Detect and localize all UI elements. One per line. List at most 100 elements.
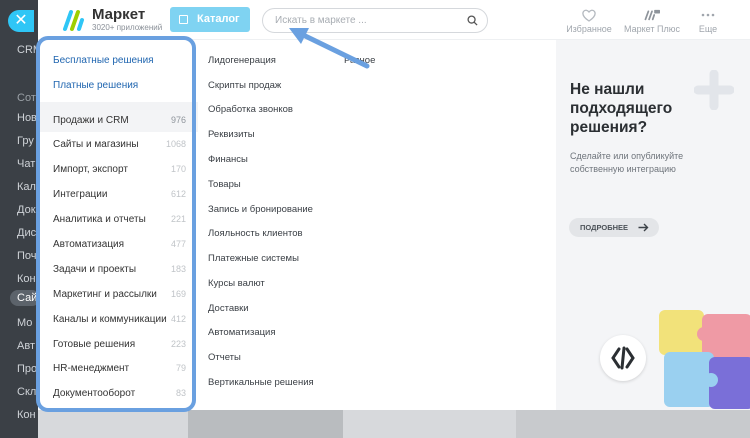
- category-count: 477: [170, 239, 186, 249]
- subcategory-link[interactable]: Разное: [344, 55, 375, 66]
- subcategory-link[interactable]: Финансы: [208, 154, 248, 165]
- promo-title: Не нашли подходящего решения?: [570, 81, 673, 136]
- bg-menu-item[interactable]: Док: [17, 204, 38, 216]
- subcategory-link[interactable]: Скрипты продаж: [208, 80, 281, 91]
- bg-menu-item[interactable]: Скл: [17, 386, 38, 398]
- category-item[interactable]: Импорт, экспорт 170: [38, 159, 198, 181]
- background-app-sidebar: ✕ CRM Сот Нов Гру Чат Кал Док Дис Поч Ко…: [0, 0, 40, 438]
- category-label: HR-менеджмент: [53, 363, 130, 374]
- category-count: 412: [170, 314, 186, 324]
- category-count: 83: [175, 388, 186, 398]
- subcategory-link[interactable]: Отчеты: [208, 352, 241, 363]
- bg-menu-item[interactable]: Кал: [17, 181, 38, 193]
- search-input[interactable]: [275, 12, 455, 29]
- integration-logo-badge: [600, 335, 646, 381]
- category-label: Маркетинг и рассылки: [53, 289, 157, 300]
- category-label: Готовые решения: [53, 339, 136, 350]
- search-icon[interactable]: [467, 15, 478, 26]
- bg-menu-item[interactable]: Про: [17, 363, 38, 375]
- category-label: Импорт, экспорт: [53, 164, 128, 175]
- subcategory-link[interactable]: Лояльность клиентов: [208, 228, 303, 239]
- category-item[interactable]: Аналитика и отчеты 221: [38, 209, 198, 231]
- paid-solutions-link[interactable]: Платные решения: [53, 80, 138, 91]
- promo-banner: Не нашли подходящего решения? Сделайте и…: [556, 40, 750, 410]
- promo-description: Сделайте или опубликуйте собственную инт…: [570, 151, 684, 174]
- close-icon[interactable]: ✕: [8, 10, 34, 32]
- promo-more-button[interactable]: ПОДРОБНЕЕ: [569, 218, 659, 237]
- code-brackets-icon: [611, 346, 635, 370]
- background-block: [516, 410, 750, 438]
- bg-menu-item[interactable]: Чат: [17, 158, 38, 170]
- market-plus-icon: [644, 9, 660, 21]
- category-item[interactable]: Документооборот 83: [38, 383, 198, 405]
- bg-menu-item[interactable]: Поч: [17, 250, 38, 262]
- background-block: [188, 410, 343, 438]
- logo-subtitle: 3020+ приложений: [92, 23, 163, 32]
- subcategory-link[interactable]: Доставки: [208, 303, 249, 314]
- bg-menu-item[interactable]: Сай: [17, 292, 38, 304]
- bg-menu-item[interactable]: Гру: [17, 135, 38, 147]
- subcategory-link[interactable]: Платежные системы: [208, 253, 299, 264]
- category-count: 223: [170, 339, 186, 349]
- market-logo-icon[interactable]: [62, 8, 86, 32]
- category-label: Каналы и коммуникации: [53, 314, 167, 325]
- heart-icon: [582, 9, 596, 22]
- bg-menu-item[interactable]: Мо: [17, 317, 38, 329]
- market-plus-button[interactable]: Маркет Плюс: [622, 8, 682, 34]
- subcategory-link[interactable]: Вертикальные решения: [208, 377, 314, 388]
- more-button[interactable]: Еще: [690, 8, 726, 34]
- catalog-button[interactable]: Каталог: [170, 7, 250, 32]
- logo-title[interactable]: Маркет: [92, 6, 145, 23]
- category-count: 221: [170, 214, 186, 224]
- category-item[interactable]: Маркетинг и рассылки 169: [38, 284, 198, 306]
- catalog-button-label: Каталог: [197, 13, 240, 25]
- book-icon: [179, 15, 188, 24]
- category-item[interactable]: Сайты и магазины 1068: [38, 134, 198, 156]
- subcategory-link[interactable]: Автоматизация: [208, 327, 276, 338]
- category-sidebar: Бесплатные решения Платные решения Прода…: [38, 40, 198, 410]
- search-box[interactable]: [262, 8, 488, 33]
- category-item[interactable]: Автоматизация 477: [38, 234, 198, 256]
- subcategory-link[interactable]: Товары: [208, 179, 241, 190]
- bg-menu-item[interactable]: Кон: [17, 409, 38, 421]
- favorites-label: Избранное: [566, 24, 612, 34]
- free-solutions-link[interactable]: Бесплатные решения: [53, 55, 154, 66]
- category-count: 79: [175, 363, 186, 373]
- subcategory-link[interactable]: Курсы валют: [208, 278, 265, 289]
- category-label: Продажи и CRM: [53, 115, 129, 126]
- category-count: 169: [170, 289, 186, 299]
- category-item[interactable]: Задачи и проекты 183: [38, 259, 198, 281]
- arrow-right-icon: [638, 223, 649, 232]
- subcategory-link[interactable]: Обработка звонков: [208, 104, 293, 115]
- bg-menu-item[interactable]: Нов: [17, 112, 38, 124]
- category-item[interactable]: Готовые решения 223: [38, 334, 198, 356]
- category-label: Интеграции: [53, 189, 108, 200]
- category-label: Документооборот: [53, 388, 136, 399]
- market-panel: Маркет 3020+ приложений Каталог Избранно…: [38, 0, 750, 410]
- category-item[interactable]: Продажи и CRM 976: [38, 110, 198, 132]
- market-header: Маркет 3020+ приложений Каталог Избранно…: [38, 0, 750, 40]
- category-item[interactable]: HR-менеджмент 79: [38, 358, 198, 380]
- background-content-strip: [38, 410, 750, 438]
- bg-menu-item[interactable]: Сот: [17, 92, 38, 104]
- promo-more-label: ПОДРОБНЕЕ: [580, 223, 629, 232]
- category-label: Задачи и проекты: [53, 264, 137, 275]
- market-plus-label: Маркет Плюс: [624, 24, 680, 34]
- puzzle-illustration-icon: [659, 310, 750, 409]
- bg-menu-item[interactable]: Авт: [17, 340, 38, 352]
- favorites-button[interactable]: Избранное: [564, 8, 614, 34]
- category-label: Аналитика и отчеты: [53, 214, 146, 225]
- category-item[interactable]: Интеграции 612: [38, 184, 198, 206]
- subcategory-link[interactable]: Лидогенерация: [208, 55, 276, 66]
- subcategory-link[interactable]: Реквизиты: [208, 129, 255, 140]
- bg-menu-item[interactable]: Кон: [17, 273, 38, 285]
- bg-menu-item[interactable]: CRM: [17, 44, 38, 56]
- more-dots-icon: [701, 13, 715, 17]
- category-label: Сайты и магазины: [53, 139, 139, 150]
- category-count: 170: [170, 164, 186, 174]
- bg-menu-item[interactable]: Дис: [17, 227, 38, 239]
- subcategory-link[interactable]: Запись и бронирование: [208, 204, 313, 215]
- category-count: 612: [170, 189, 186, 199]
- category-count: 1068: [165, 139, 186, 149]
- category-item[interactable]: Каналы и коммуникации 412: [38, 309, 198, 331]
